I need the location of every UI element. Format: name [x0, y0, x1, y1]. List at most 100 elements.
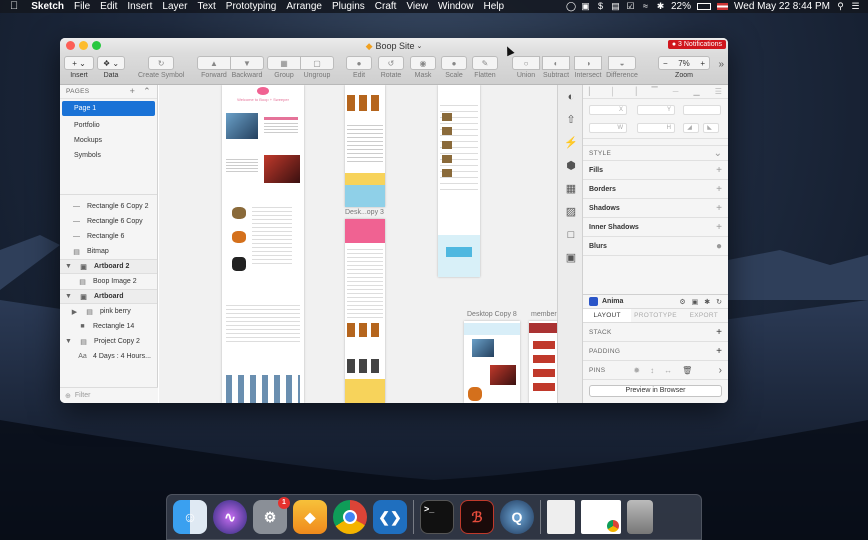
distribute-icon[interactable]: ☰: [715, 87, 722, 96]
artboard-label[interactable]: Desk...opy 3: [345, 209, 384, 216]
acrobat-icon[interactable]: ℬ: [460, 500, 494, 534]
scale-tool[interactable]: ● Scale: [441, 56, 467, 79]
insert-tool[interactable]: + ⌄ Insert: [64, 56, 94, 79]
artboard-mobile-1[interactable]: [345, 85, 385, 207]
pins-row[interactable]: PINS ✹ ↕ ↔ 🗑 ›: [583, 361, 728, 380]
layer-item[interactable]: Aa 4 Days : 4 Hours...: [60, 349, 157, 364]
flatten-tool[interactable]: ✎ Flatten: [472, 56, 498, 79]
anima-settings-icon[interactable]: ⚙: [679, 298, 685, 306]
layer-item[interactable]: — Rectangle 6 Copy 2: [60, 199, 157, 214]
finder-icon[interactable]: ☺: [173, 500, 207, 534]
disclosure-down-icon[interactable]: ▼: [64, 263, 73, 270]
chrome-icon[interactable]: [333, 500, 367, 534]
filter-input[interactable]: Filter: [75, 392, 91, 399]
document-icon[interactable]: ▤: [611, 2, 620, 11]
subtract-icon[interactable]: ◐: [542, 56, 570, 70]
fills-row[interactable]: Fills +: [583, 161, 728, 180]
layer-item[interactable]: — Rectangle 6: [60, 229, 157, 244]
spotlight-search-icon[interactable]: ⚲: [836, 2, 845, 11]
toolbar-overflow-icon[interactable]: »: [718, 59, 724, 70]
preview-in-browser-button[interactable]: Preview in Browser: [589, 385, 722, 397]
menu-edit[interactable]: Edit: [95, 0, 122, 13]
pin-vertical-icon[interactable]: ↕: [650, 366, 654, 375]
menu-layer[interactable]: Layer: [157, 0, 192, 13]
layer-artboard[interactable]: ▼ ▣ Artboard: [60, 289, 157, 304]
chevron-down-icon[interactable]: ⌄: [417, 42, 423, 50]
hexagon-icon[interactable]: ⬢: [558, 154, 584, 177]
chevron-right-icon[interactable]: ›: [719, 365, 722, 376]
symbols-icon[interactable]: ▨: [558, 200, 584, 223]
rotate-icon[interactable]: ↺: [378, 56, 404, 70]
align-top-icon[interactable]: ▔: [652, 87, 658, 96]
artboard-member[interactable]: [529, 321, 557, 403]
chevron-down-icon[interactable]: ⌄: [714, 148, 722, 159]
menu-view[interactable]: View: [401, 0, 433, 13]
align-center-icon[interactable]: │: [610, 87, 615, 96]
forward-tool[interactable]: ▲ Forward: [197, 56, 231, 79]
plus-icon[interactable]: + ⌄: [64, 56, 94, 70]
add-image-icon[interactable]: ▣: [558, 246, 584, 269]
artboard-desktop-copy-3[interactable]: [345, 219, 385, 403]
dollar-icon[interactable]: $: [596, 2, 605, 11]
layer-artboard[interactable]: ▼ ▣ Artboard 2: [60, 259, 157, 274]
notification-center-icon[interactable]: ☰: [851, 2, 860, 11]
anima-layout-icon[interactable]: ▣: [692, 298, 699, 306]
ungroup-icon[interactable]: ▢: [300, 56, 334, 70]
padding-row[interactable]: PADDING +: [583, 342, 728, 361]
canvas[interactable]: Welcome to Boop + Sweeper Desk...opy 3 D…: [159, 85, 557, 403]
menu-help[interactable]: Help: [479, 0, 510, 13]
create-symbol-tool[interactable]: ↻ Create Symbol: [138, 56, 184, 79]
menu-app-name[interactable]: Sketch: [26, 0, 69, 13]
y-field[interactable]: Y: [637, 105, 675, 115]
add-inner-shadow-icon[interactable]: +: [716, 222, 722, 233]
add-fill-icon[interactable]: +: [716, 165, 722, 176]
rotation-field[interactable]: [683, 105, 721, 115]
flip-horizontal-icon[interactable]: ◢: [683, 123, 699, 133]
zoom-in-icon[interactable]: +: [700, 59, 705, 68]
data-tool[interactable]: ❖ ⌄ Data: [97, 56, 125, 79]
battery-icon[interactable]: [697, 3, 712, 10]
height-field[interactable]: H: [637, 123, 675, 133]
filter-icon[interactable]: ⊕: [65, 392, 71, 400]
artboard-home[interactable]: Welcome to Boop + Sweeper: [222, 85, 304, 403]
pin-all-icon[interactable]: ✹: [633, 366, 640, 375]
flatten-icon[interactable]: ✎: [472, 56, 498, 70]
edit-tool[interactable]: ● Edit: [346, 56, 372, 79]
menu-file[interactable]: File: [69, 0, 95, 13]
screen-capture-icon[interactable]: ▣: [581, 2, 590, 11]
blur-toggle-icon[interactable]: ●: [716, 241, 722, 252]
disclosure-down-icon[interactable]: ▼: [64, 338, 73, 345]
subtract-tool[interactable]: ◐ Subtract: [542, 56, 570, 79]
disclosure-right-icon[interactable]: ▶: [70, 308, 79, 316]
pin-horizontal-icon[interactable]: ↔: [664, 366, 672, 375]
anima-gear-icon[interactable]: ✱: [704, 298, 710, 306]
ungroup-tool[interactable]: ▢ Ungroup: [300, 56, 334, 79]
artboard-label[interactable]: member: [531, 311, 557, 318]
union-icon[interactable]: ○: [512, 56, 540, 70]
layer-item[interactable]: — Rectangle 6 Copy: [60, 214, 157, 229]
anima-sync-icon[interactable]: ↻: [716, 298, 722, 306]
edit-icon[interactable]: ●: [346, 56, 372, 70]
layer-item[interactable]: ▤ Boop Image 2: [60, 274, 157, 289]
mask-icon[interactable]: ◉: [410, 56, 436, 70]
minimize-window-icon[interactable]: [79, 41, 88, 50]
page-item-page-1[interactable]: Page 1: [62, 101, 155, 116]
window-title[interactable]: Boop Site: [376, 41, 415, 51]
inner-shadows-row[interactable]: Inner Shadows +: [583, 218, 728, 237]
add-page-icon[interactable]: +: [130, 86, 136, 97]
union-tool[interactable]: ○ Union: [512, 56, 540, 79]
symbol-icon[interactable]: ↻: [148, 56, 175, 70]
style-header[interactable]: STYLE ⌄: [583, 145, 728, 161]
tab-prototype[interactable]: PROTOTYPE: [631, 309, 679, 322]
flip-vertical-icon[interactable]: ◣: [703, 123, 719, 133]
terminal-icon[interactable]: >_: [420, 500, 454, 534]
stack-row[interactable]: STACK +: [583, 323, 728, 342]
data-icon[interactable]: ❖ ⌄: [97, 56, 125, 70]
group-icon[interactable]: ▦: [267, 56, 301, 70]
borders-row[interactable]: Borders +: [583, 180, 728, 199]
menu-insert[interactable]: Insert: [122, 0, 157, 13]
inspect-icon[interactable]: ◐: [558, 85, 584, 108]
intersect-tool[interactable]: ◑ Intersect: [574, 56, 602, 79]
intersect-icon[interactable]: ◑: [574, 56, 602, 70]
add-shadow-icon[interactable]: +: [716, 203, 722, 214]
